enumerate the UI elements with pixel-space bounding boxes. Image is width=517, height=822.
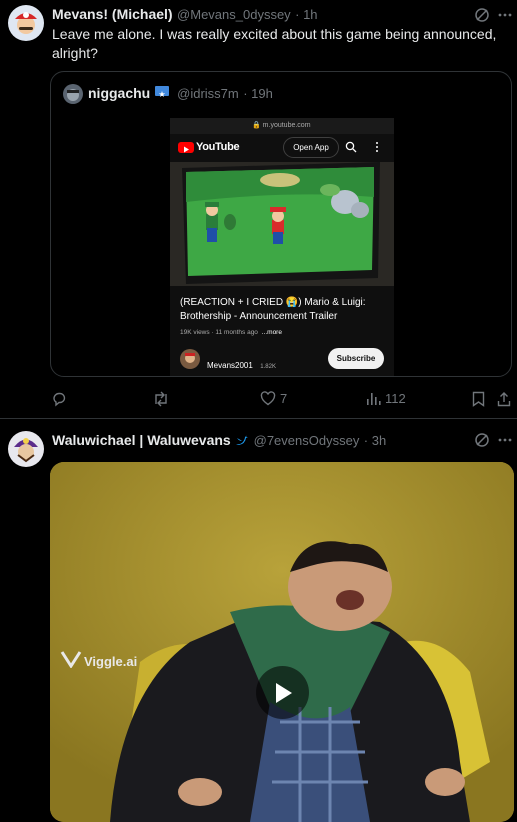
retweet-icon[interactable] (152, 391, 170, 407)
flag-icon (154, 86, 169, 97)
watermark: Viggle.ai (84, 654, 138, 669)
views-icon (366, 391, 381, 406)
views-count: 112 (385, 391, 406, 406)
play-button[interactable] (256, 666, 309, 719)
display-name[interactable]: Mevans! (Michael) (52, 6, 173, 22)
views-button[interactable]: 112 (366, 391, 406, 406)
bird-icon (235, 434, 249, 452)
video-meta: 19K views · 11 months ago (180, 329, 258, 336)
subscribe-button[interactable]: Subscribe (328, 348, 384, 369)
lock-icon: 🔒 (252, 122, 261, 129)
handle[interactable]: @7evensOdyssey (254, 433, 360, 448)
open-app-button[interactable]: Open App (283, 137, 339, 158)
quote-handle[interactable]: @idriss7m (177, 86, 239, 101)
video-thumbnail[interactable] (170, 162, 394, 286)
grok-icon[interactable] (474, 432, 490, 448)
like-count: 7 (280, 391, 288, 406)
kebab-icon[interactable] (375, 141, 379, 153)
search-icon[interactable] (345, 141, 357, 153)
more-link[interactable]: ...more (262, 329, 282, 336)
embed-url: m.youtube.com (262, 122, 311, 129)
handle[interactable]: @Mevans_0dyssey (177, 7, 291, 22)
timestamp[interactable]: · 1h (295, 7, 317, 22)
viggle-logo-icon (60, 650, 82, 673)
avatar[interactable] (8, 431, 44, 467)
display-name[interactable]: Waluwichael | Waluwevans (52, 432, 231, 448)
youtube-screenshot[interactable]: 🔒 m.youtube.com YouTube Open App (REACTI… (170, 118, 394, 376)
channel-avatar[interactable] (180, 349, 200, 369)
heart-icon (260, 391, 276, 406)
reply-icon[interactable] (51, 391, 67, 407)
quote-avatar[interactable] (63, 84, 83, 104)
grok-icon[interactable] (474, 7, 490, 23)
youtube-logo-text: YouTube (196, 141, 240, 153)
more-icon[interactable] (497, 7, 513, 23)
tweet-text: Leave me alone. I was really excited abo… (52, 26, 497, 61)
play-icon (275, 682, 292, 703)
timestamp[interactable]: · 3h (364, 433, 386, 448)
like-button[interactable]: 7 (260, 391, 287, 406)
share-icon[interactable] (497, 391, 511, 407)
quote-timestamp[interactable]: · 19h (243, 86, 273, 101)
video-title[interactable]: (REACTION + I CRIED 😭) Mario & Luigi: Br… (180, 296, 388, 324)
divider (0, 418, 517, 419)
more-icon[interactable] (497, 432, 513, 448)
channel-name[interactable]: Mevans2001 (207, 361, 253, 370)
avatar[interactable] (8, 5, 44, 41)
quote-display-name[interactable]: niggachu (88, 85, 150, 101)
subscriber-count: 1.82K (260, 364, 276, 370)
youtube-logo-icon (178, 141, 194, 153)
bookmark-icon[interactable] (472, 391, 485, 407)
video-player[interactable]: Viggle.ai (50, 462, 514, 822)
